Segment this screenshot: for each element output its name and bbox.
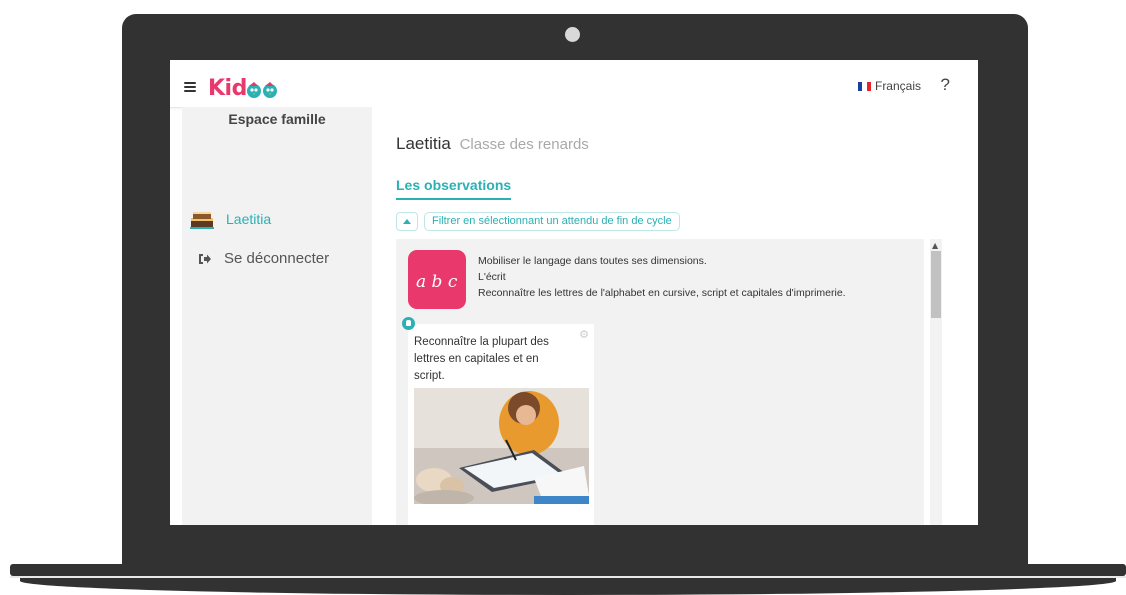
sidebar-item-label: Se déconnecter [224,250,330,267]
main-content: Laetitia Classe des renards Les observat… [372,107,978,525]
sidebar-item-label: Laetitia [226,211,272,227]
page-title: Laetitia Classe des renards [396,134,589,154]
hamburger-menu-icon[interactable] [184,82,196,92]
observation-photo[interactable] [414,388,589,504]
domain-line-2: L'écrit [478,271,506,283]
app-logo[interactable]: Kid [208,76,247,101]
language-label: Français [874,79,921,93]
observations-panel: a b c Mobiliser le langage dans toutes s… [396,239,924,525]
filter-button[interactable]: Filtrer en sélectionnant un attendu de f… [424,212,680,231]
app-screen: Kid Français ? Espace famille Laetitia S… [170,60,978,525]
caret-up-icon [403,219,411,224]
collapse-button[interactable] [396,212,418,231]
tab-observations[interactable]: Les observations [396,177,512,200]
gear-icon[interactable]: ⚙ [579,328,589,341]
child-name: Laetitia [396,134,451,153]
domain-line-3: Reconnaître les lettres de l'alphabet en… [478,287,846,299]
french-flag-icon [857,81,871,91]
help-button[interactable]: ? [941,75,950,95]
domain-line-1: Mobiliser le langage dans toutes ses dim… [478,255,707,267]
top-bar: Kid Français ? [170,60,978,108]
domain-icon-tile: a b c [408,250,466,309]
scroll-up-icon[interactable]: ▲ [932,241,938,250]
filter-row: Filtrer en sélectionnant un attendu de f… [396,212,680,231]
cake-icon [190,212,214,229]
observation-card[interactable]: ⚙ Reconnaître la plupart des lettres en … [402,317,594,525]
laptop-base [10,564,1126,576]
abc-icon: a b c [416,272,458,292]
birds-logo-icon [247,82,277,98]
observation-text: Reconnaître la plupart des lettres en ca… [414,336,549,382]
sidebar-item-logout[interactable]: Se déconnecter [198,250,329,267]
language-selector[interactable]: Français [857,79,921,93]
domain-description: Mobiliser le langage dans toutes ses dim… [478,253,846,301]
laptop-base-bottom [20,578,1116,595]
scrollbar[interactable]: ▲ [930,239,942,525]
logout-icon [199,253,211,264]
bell-icon [402,317,415,330]
sidebar-title: Espace famille [228,111,326,127]
camera-icon [565,27,580,42]
sidebar: Espace famille Laetitia Se déconnecter [182,107,372,525]
scrollbar-thumb[interactable] [931,251,941,318]
sidebar-item-laetitia[interactable]: Laetitia [190,209,271,229]
class-name: Classe des renards [459,136,589,153]
